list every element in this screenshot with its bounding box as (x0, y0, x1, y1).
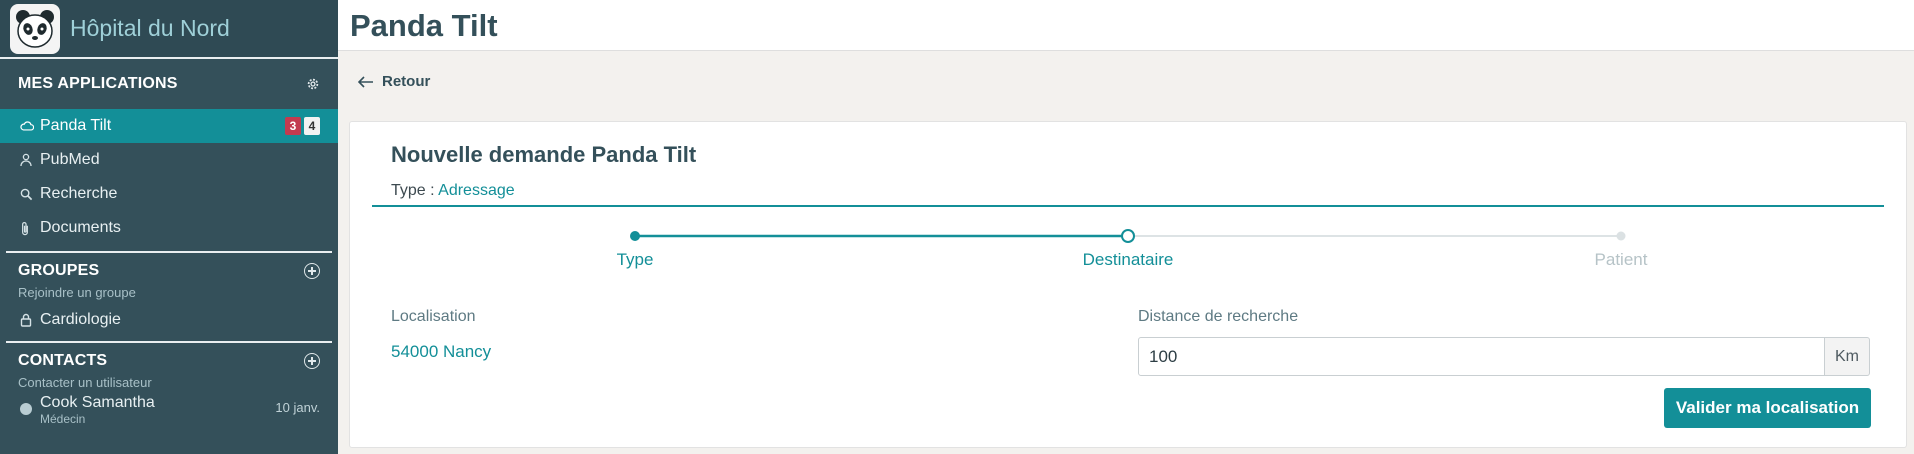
sidebar-item-label: PubMed (40, 151, 100, 168)
step-patient: Patient (1594, 250, 1648, 269)
divider (6, 251, 332, 253)
lock-icon (20, 313, 40, 327)
divider (372, 205, 1884, 207)
request-form-card: Nouvelle demande Panda Tilt Type : Adres… (349, 121, 1907, 448)
sidebar-item-label: Panda Tilt (40, 117, 112, 134)
contacts-section-header: CONTACTS (0, 347, 338, 375)
page-title: Panda Tilt (350, 8, 498, 43)
panda-icon (10, 3, 60, 54)
contact-date: 10 janv. (275, 400, 320, 415)
distance-unit: Km (1825, 337, 1870, 376)
location-label: Localisation (391, 308, 476, 325)
step-dot-patient (1616, 231, 1626, 241)
sidebar-item-label: Documents (40, 219, 121, 236)
sidebar-item-label: Recherche (40, 185, 118, 202)
validate-location-button[interactable]: Valider ma localisation (1664, 388, 1871, 428)
back-link-label: Retour (382, 73, 431, 90)
type-line: Type : Adressage (391, 182, 515, 200)
sidebar-item-documents[interactable]: Documents (0, 211, 338, 245)
step-dot-type (630, 231, 640, 241)
sidebar-item-panda-tilt[interactable]: Panda Tilt 3 4 (0, 109, 338, 143)
apps-section-header: MES APPLICATIONS (0, 59, 338, 109)
add-contact-icon[interactable] (304, 353, 320, 369)
sidebar: Hôpital du Nord MES APPLICATIONS Panda T… (0, 0, 338, 454)
location-value[interactable]: 54000 Nancy (391, 342, 491, 362)
contact-item[interactable]: Cook Samantha Médecin 10 janv. (0, 390, 338, 428)
stepper: Type Destinataire Patient (350, 229, 1906, 292)
top-bar: Panda Tilt (338, 0, 1914, 51)
step-type[interactable]: Type (617, 250, 654, 270)
arrow-left-icon (358, 75, 374, 88)
apps-section-title: MES APPLICATIONS (18, 75, 178, 92)
sidebar-item-recherche[interactable]: Recherche (0, 177, 338, 211)
groups-section-title: GROUPES (18, 262, 100, 279)
brand-name: Hôpital du Nord (70, 15, 230, 41)
cloud-icon (20, 120, 40, 132)
paperclip-icon (20, 221, 40, 236)
sidebar-item-cardiologie[interactable]: Cardiologie (0, 303, 338, 337)
type-value: Adressage (438, 182, 515, 199)
step-dot-destinataire (1121, 229, 1135, 243)
distance-input[interactable] (1138, 337, 1825, 376)
count-badge: 4 (304, 117, 320, 135)
status-dot-icon (20, 403, 32, 415)
gear-icon[interactable] (306, 77, 320, 91)
groups-section-header: GROUPES (0, 257, 338, 285)
pubmed-icon (20, 153, 40, 167)
add-group-icon[interactable] (304, 263, 320, 279)
back-link[interactable]: Retour (358, 73, 430, 90)
divider (6, 341, 332, 343)
sidebar-item-pubmed[interactable]: PubMed (0, 143, 338, 177)
stepper-track (630, 229, 1626, 243)
type-label: Type : (391, 182, 435, 199)
groups-section-subtitle[interactable]: Rejoindre un groupe (0, 285, 338, 300)
brand[interactable]: Hôpital du Nord (0, 0, 338, 59)
contacts-section-subtitle[interactable]: Contacter un utilisateur (0, 375, 338, 390)
distance-label: Distance de recherche (1138, 308, 1299, 325)
form-title: Nouvelle demande Panda Tilt (391, 142, 697, 167)
step-destinataire[interactable]: Destinataire (1083, 250, 1174, 270)
contacts-section-title: CONTACTS (18, 352, 108, 369)
search-icon (20, 188, 40, 201)
unread-badge: 3 (285, 117, 301, 135)
sidebar-item-label: Cardiologie (40, 311, 121, 328)
